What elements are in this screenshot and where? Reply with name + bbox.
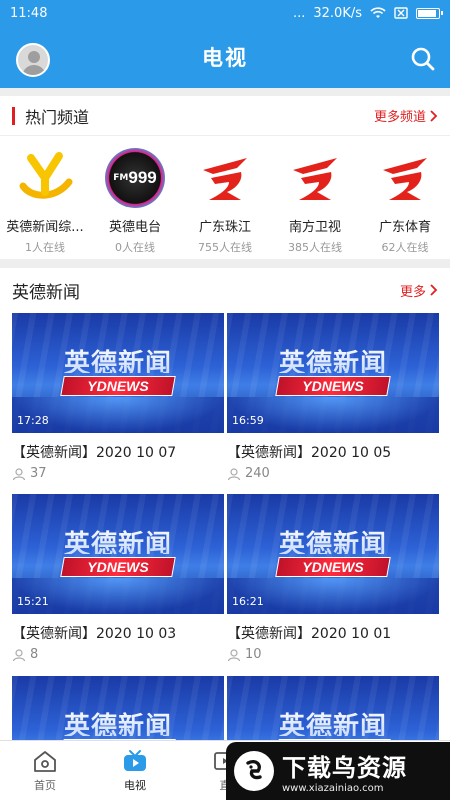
video-card[interactable]: 英德新闻 YDNEWS 16:59 【英德新闻】2020 10 05 240 (227, 313, 439, 481)
hot-channels-section: 热门频道 更多频道 英德新闻综... 1人在线 FM 999 英德电台 0人在线 … (0, 96, 450, 259)
video-views: 8 (12, 647, 224, 662)
more-news-label: 更多 (399, 284, 426, 300)
video-duration: 17:28 (17, 414, 49, 427)
video-duration: 15:21 (17, 595, 49, 608)
video-title: 【英德新闻】2020 10 01 (227, 626, 392, 642)
channel-viewers: 1人在线 (25, 241, 65, 254)
video-thumbnail[interactable]: 英德新闻 YDNEWS 16:59 (227, 313, 439, 433)
thumbnail-band-text: YDNEWS (302, 378, 364, 394)
channel-item[interactable]: 南方卫视 385人在线 (270, 136, 360, 258)
status-time: 11:48 (10, 5, 48, 21)
sim-off-icon (394, 7, 408, 19)
thumbnail-band-text: YDNEWS (87, 378, 149, 394)
more-channels-link[interactable]: 更多频道 (374, 106, 438, 125)
video-view-count: 10 (245, 647, 262, 662)
gdtv-logo (375, 148, 435, 208)
video-title: 【英德新闻】2020 10 05 (227, 445, 392, 461)
video-view-count: 8 (30, 647, 39, 662)
home-icon (34, 750, 56, 772)
channel-list: 英德新闻综... 1人在线 FM 999 英德电台 0人在线 广东珠江 755人在… (0, 136, 450, 258)
chevron-right-icon (430, 284, 438, 296)
thumbnail-title: 英德新闻 (52, 524, 184, 560)
tv-icon (124, 749, 146, 771)
hot-channels-header: 热门频道 更多频道 (0, 96, 450, 136)
more-channels-label: 更多频道 (373, 110, 426, 125)
watermark-url: www.xiazainiao.com (282, 783, 384, 794)
channel-name: 广东珠江 (198, 220, 251, 235)
video-thumbnail[interactable]: 英德新闻 YDNEWS 15:21 (12, 494, 224, 614)
thumbnail-title: 英德新闻 (52, 706, 184, 740)
channel-name: 南方卫视 (288, 220, 341, 235)
person-icon (12, 648, 26, 661)
video-card[interactable]: 英德新闻 YDNEWS 16:21 【英德新闻】2020 10 01 10 (227, 494, 439, 662)
yingde-logo (15, 148, 75, 208)
video-card[interactable]: 英德新闻 YDNEWS 15:21 【英德新闻】2020 10 03 8 (12, 494, 224, 662)
watermark-logo (234, 751, 274, 791)
wifi-icon (370, 7, 386, 18)
channel-viewers: 62人在线 (381, 241, 429, 254)
battery-icon (416, 7, 443, 19)
channel-viewers: 0人在线 (115, 241, 155, 254)
video-thumbnail[interactable]: 英德新闻 YDNEWS (12, 676, 224, 740)
watermark-text: 下载鸟资源 www.xiazainiao.com (282, 748, 407, 794)
watermark-title: 下载鸟资源 (282, 754, 407, 782)
tab-label: 首页 (34, 778, 56, 792)
person-icon (227, 467, 241, 480)
thumbnail-band-text: YDNEWS (87, 559, 149, 575)
tab-home[interactable]: 首页 (0, 741, 90, 800)
news-section: 英德新闻 更多 英德新闻 YDNEWS 17:28 【英德新闻】2020 10 … (0, 268, 450, 740)
video-title: 【英德新闻】2020 10 07 (12, 445, 177, 461)
video-card[interactable]: 英德新闻 YDNEWS 17:28 【英德新闻】2020 10 07 37 (12, 313, 224, 481)
news-header: 英德新闻 更多 (0, 268, 450, 312)
channel-viewers: 755人在线 (198, 241, 252, 254)
video-thumbnail[interactable]: 英德新闻 YDNEWS 17:28 (12, 313, 224, 433)
channel-item[interactable]: FM 999 英德电台 0人在线 (90, 136, 180, 258)
news-title: 英德新闻 (12, 282, 80, 303)
status-bar: 11:48 ... 32.0K/s (0, 0, 450, 26)
video-title: 【英德新闻】2020 10 03 (12, 626, 177, 642)
thumbnail-title: 英德新闻 (52, 343, 184, 379)
channel-item[interactable]: 英德新闻综... 1人在线 (0, 136, 90, 258)
channel-item[interactable]: 广东珠江 755人在线 (180, 136, 270, 258)
gdtv-logo (195, 148, 255, 208)
video-views: 10 (227, 647, 439, 662)
person-icon (227, 648, 241, 661)
thumbnail-title: 英德新闻 (267, 343, 399, 379)
channel-item[interactable]: 广东体育 62人在线 (360, 136, 450, 258)
tab-label: 电视 (124, 778, 146, 792)
fm999-logo: FM 999 (105, 148, 165, 208)
thumbnail-title: 英德新闻 (267, 706, 399, 740)
video-view-count: 240 (245, 466, 270, 481)
video-thumbnail[interactable]: 英德新闻 YDNEWS (227, 676, 439, 740)
chevron-right-icon (430, 109, 438, 122)
video-view-count: 37 (30, 466, 47, 481)
watermark-overlay: 下载鸟资源 www.xiazainiao.com (226, 742, 450, 800)
person-icon (12, 467, 26, 480)
thumbnail-title: 英德新闻 (267, 524, 399, 560)
tab-tv[interactable]: 电视 (90, 741, 180, 800)
video-views: 240 (227, 466, 439, 481)
search-icon[interactable] (410, 46, 436, 72)
section-marker (12, 106, 15, 125)
page-title: 电视 (202, 46, 248, 70)
app-header: 电视 (0, 26, 450, 88)
network-speed: 32.0K/s (313, 5, 362, 21)
gdtv-logo (285, 148, 345, 208)
more-news-link[interactable]: 更多 (400, 281, 438, 300)
channel-viewers: 385人在线 (288, 241, 342, 254)
channel-name: 英德新闻综... (6, 220, 84, 235)
video-duration: 16:21 (232, 595, 264, 608)
status-dots: ... (292, 5, 306, 21)
thumbnail-band-text: YDNEWS (302, 559, 364, 575)
video-card[interactable]: 英德新闻 YDNEWS (227, 676, 439, 740)
video-views: 37 (12, 466, 224, 481)
video-duration: 16:59 (232, 414, 264, 427)
video-card[interactable]: 英德新闻 YDNEWS (12, 676, 224, 740)
avatar[interactable] (16, 43, 50, 77)
channel-name: 英德电台 (108, 220, 161, 235)
video-thumbnail[interactable]: 英德新闻 YDNEWS 16:21 (227, 494, 439, 614)
hot-channels-title: 热门频道 (25, 107, 90, 127)
channel-name: 广东体育 (378, 220, 431, 235)
